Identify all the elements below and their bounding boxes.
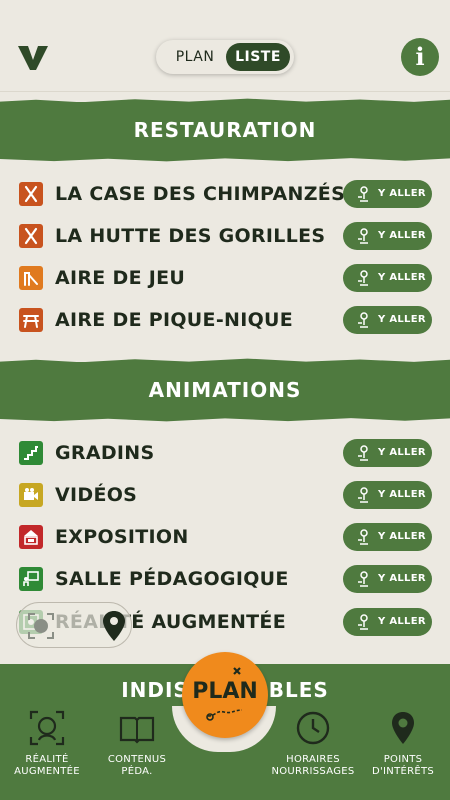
tab-points-interets[interactable]: POINTS D'INTÉRÊTS (358, 704, 448, 800)
go-button-label: Y ALLER (378, 531, 426, 542)
tab-realite-augmentee[interactable]: RÉALITÉ AUGMENTÉE (2, 704, 92, 800)
tab-label: RÉALITÉ AUGMENTÉE (14, 754, 80, 777)
utensils-icon (19, 182, 43, 206)
list-item[interactable]: LA CASE DES CHIMPANZÉS Y ALLER (0, 174, 450, 214)
go-button[interactable]: Y ALLER (343, 565, 432, 593)
clock-icon (296, 711, 330, 745)
top-bar: PLAN LISTE i (0, 0, 450, 92)
list-item-label: SALLE PÉDAGOGIQUE (55, 568, 289, 590)
go-button-label: Y ALLER (378, 447, 426, 458)
list-item-label: AIRE DE PIQUE-NIQUE (55, 309, 294, 331)
stairs-icon (19, 441, 43, 465)
utensils-icon (19, 224, 43, 248)
go-button[interactable]: Y ALLER (343, 222, 432, 250)
go-button[interactable]: Y ALLER (343, 264, 432, 292)
open-book-icon (119, 716, 155, 744)
walking-pin-icon (358, 487, 368, 503)
list-item-label: GRADINS (55, 442, 155, 464)
map-pin-icon (103, 611, 125, 641)
go-button[interactable]: Y ALLER (343, 608, 432, 636)
list-item[interactable]: SALLE PÉDAGOGIQUE Y ALLER (0, 559, 450, 599)
tab-label: CONTENUS PÉDA. (107, 754, 167, 777)
info-button[interactable]: i (401, 38, 439, 76)
map-pin-icon (392, 712, 414, 744)
list-item-label: AIRE DE JEU (55, 267, 186, 289)
list-item-label: EXPOSITION (55, 526, 189, 548)
gorilla-scan-icon (29, 710, 65, 746)
go-button-label: Y ALLER (378, 573, 426, 584)
toggle-plan[interactable]: PLAN (164, 43, 226, 71)
walking-pin-icon (358, 571, 368, 587)
toggle-liste[interactable]: LISTE (226, 43, 290, 71)
go-button-label: Y ALLER (378, 616, 426, 627)
plan-button-label: PLAN (192, 679, 258, 704)
gorilla-scan-icon (28, 613, 54, 639)
go-button[interactable]: Y ALLER (343, 306, 432, 334)
walking-pin-icon (358, 270, 368, 286)
section-title: ANIMATIONS (148, 378, 302, 402)
go-button-label: Y ALLER (378, 188, 426, 199)
list-item[interactable]: LA HUTTE DES GORILLES Y ALLER (0, 216, 450, 256)
walking-pin-icon (358, 186, 368, 202)
section-banner-restauration: RESTAURATION (0, 102, 450, 158)
playground-slide-icon (19, 266, 43, 290)
list-item[interactable]: EXPOSITION Y ALLER (0, 517, 450, 557)
walking-pin-icon (358, 614, 368, 630)
plan-button[interactable]: PLAN (182, 652, 268, 738)
list-item[interactable]: GRADINS Y ALLER (0, 433, 450, 473)
tab-label: POINTS D'INTÉRÊTS (371, 754, 435, 777)
tab-label: HORAIRES NOURRISSAGES (271, 754, 355, 777)
picnic-table-icon (19, 308, 43, 332)
go-button[interactable]: Y ALLER (343, 180, 432, 208)
tab-contenus-peda[interactable]: CONTENUS PÉDA. (92, 704, 182, 800)
walking-pin-icon (358, 312, 368, 328)
walking-pin-icon (358, 529, 368, 545)
list-item[interactable]: AIRE DE JEU Y ALLER (0, 258, 450, 298)
zoo-logo-icon[interactable] (16, 40, 50, 74)
go-button[interactable]: Y ALLER (343, 481, 432, 509)
list-item[interactable]: AIRE DE PIQUE-NIQUE Y ALLER (0, 300, 450, 340)
floating-ar-shortcut[interactable] (16, 602, 132, 648)
go-button[interactable]: Y ALLER (343, 523, 432, 551)
list-item-label: LA HUTTE DES GORILLES (55, 225, 326, 247)
list-item[interactable]: VIDÉOS Y ALLER (0, 475, 450, 515)
walking-pin-icon (358, 445, 368, 461)
go-button[interactable]: Y ALLER (343, 439, 432, 467)
exhibition-icon (19, 525, 43, 549)
classroom-icon (19, 567, 43, 591)
section-banner-animations: ANIMATIONS (0, 362, 450, 418)
list-item-label: LA CASE DES CHIMPANZÉS (55, 183, 346, 205)
tab-horaires-nourrissages[interactable]: HORAIRES NOURRISSAGES (268, 704, 358, 800)
video-camera-icon (19, 483, 43, 507)
view-toggle[interactable]: PLAN LISTE (156, 40, 294, 74)
go-button-label: Y ALLER (378, 489, 426, 500)
go-button-label: Y ALLER (378, 272, 426, 283)
go-button-label: Y ALLER (378, 314, 426, 325)
walking-pin-icon (358, 228, 368, 244)
list-item-label: VIDÉOS (55, 484, 138, 506)
section-title: RESTAURATION (133, 118, 317, 142)
go-button-label: Y ALLER (378, 230, 426, 241)
